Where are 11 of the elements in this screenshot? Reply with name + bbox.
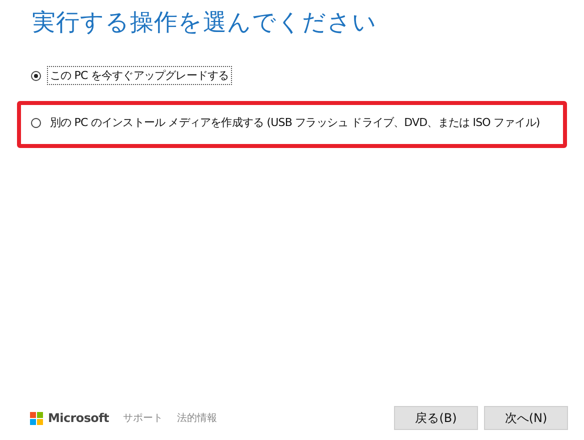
brand-name: Microsoft bbox=[48, 411, 109, 425]
windows-logo-icon bbox=[30, 412, 43, 424]
option-label[interactable]: この PC を今すぐアップグレードする bbox=[47, 66, 232, 85]
radio-button[interactable] bbox=[31, 118, 41, 128]
next-button[interactable]: 次へ(N) bbox=[484, 406, 568, 430]
footer-link[interactable]: 法的情報 bbox=[176, 411, 217, 425]
radio-button[interactable] bbox=[31, 70, 41, 80]
option-label[interactable]: 別の PC のインストール メディアを作成する (USB フラッシュ ドライブ、DVD、または ISO ファイル) bbox=[47, 113, 543, 132]
footer-link[interactable]: サポート bbox=[122, 411, 163, 425]
page-title: 実行する操作を選んでください bbox=[32, 7, 378, 38]
back-button[interactable]: 戻る(B) bbox=[394, 406, 478, 430]
